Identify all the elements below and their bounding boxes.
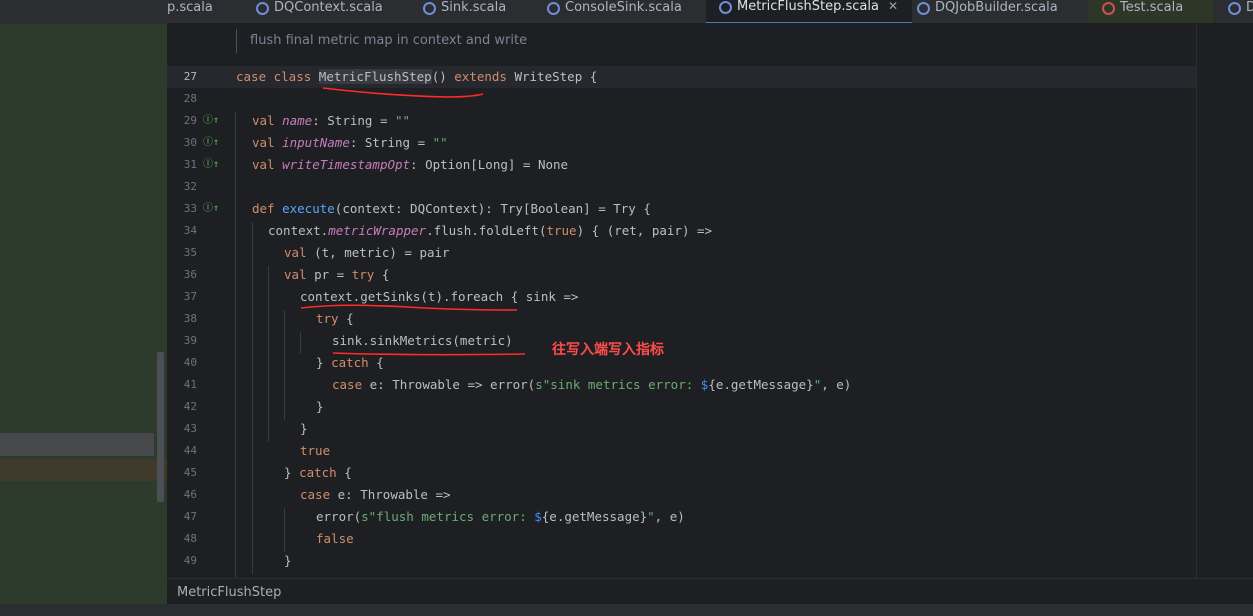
implements-marker-icon[interactable]: Ⓘ↑ (203, 154, 219, 176)
tab-label: ConsoleSink.scala (565, 0, 682, 15)
line-number: 32 (183, 180, 197, 193)
code-line-42: } (316, 399, 324, 414)
implements-marker-icon[interactable]: Ⓘ↑ (203, 110, 219, 132)
indent-guide (268, 266, 269, 442)
scala-class-icon (1228, 1, 1241, 15)
tab-consolesink-scala[interactable]: ConsoleSink.scala (547, 0, 682, 23)
line-number: 42 (183, 400, 197, 413)
scala-class-icon (547, 1, 560, 15)
code-line-47: error(s"flush metrics error: ${e.getMess… (316, 509, 685, 524)
code-line-35: val (t, metric) = pair (284, 245, 450, 260)
code-editor[interactable]: flush final metric map in context and wr… (167, 24, 1196, 578)
code-line-41: case e: Throwable => error(s"sink metric… (332, 377, 852, 392)
code-line-39: sink.sinkMetrics(metric) (332, 333, 513, 348)
scala-class-icon (256, 1, 269, 15)
indent-guide (252, 222, 253, 574)
tab-label: MetricFlushStep.scala (737, 0, 879, 14)
tab-label: Test.scala (1120, 0, 1184, 15)
line-number: 28 (183, 92, 197, 105)
code-line-34: context.metricWrapper.flush.foldLeft(tru… (268, 223, 713, 238)
line-number: 41 (183, 378, 197, 391)
tab-label: D (1246, 0, 1253, 15)
tab-label: DQJobBuilder.scala (935, 0, 1058, 15)
project-tree-selected-row[interactable] (0, 433, 154, 456)
scala-class-icon (917, 1, 930, 15)
indent-guide (235, 112, 236, 578)
tab-dqcontext-scala[interactable]: DQContext.scala (256, 0, 383, 23)
implements-marker-icon[interactable]: Ⓘ↑ (203, 198, 219, 220)
project-tree-highlighted-row[interactable] (0, 459, 167, 481)
line-number: 48 (183, 532, 197, 545)
indent-guide (284, 508, 285, 552)
project-tree-area (0, 24, 167, 604)
line-number: 45 (183, 466, 197, 479)
line-number: 27 (183, 70, 197, 83)
tab-truncated[interactable]: D (1214, 0, 1253, 23)
tab-dqjobbuilder-scala[interactable]: DQJobBuilder.scala (917, 0, 1058, 23)
line-number: 46 (183, 488, 197, 501)
project-panel-header (0, 0, 167, 24)
tab-p-scala[interactable]: p.scala (167, 0, 213, 23)
code-line-45: } catch { (284, 465, 352, 480)
scala-trait-icon (423, 1, 436, 15)
indent-guide (284, 310, 285, 420)
line-number: 30 (183, 136, 197, 149)
line-number: 40 (183, 356, 197, 369)
code-line-48: false (316, 531, 354, 546)
code-line-37: context.getSinks(t).foreach { sink => (300, 289, 579, 304)
tab-test-scala[interactable]: Test.scala (1088, 0, 1214, 23)
line-number: 38 (183, 312, 197, 325)
line-number: 36 (183, 268, 197, 281)
tab-label: Sink.scala (441, 0, 507, 15)
code-line-29: val name: String = "" (252, 113, 411, 128)
project-tree-scrollbar[interactable] (157, 352, 164, 502)
code-line-27: case class MetricFlushStep() extends Wri… (236, 69, 598, 84)
code-line-31: val writeTimestampOpt: Option[Long] = No… (252, 157, 569, 172)
annotation-note: 往写入端写入指标 (552, 342, 664, 358)
tab-label: DQContext.scala (274, 0, 383, 15)
line-number: 44 (183, 444, 197, 457)
line-number: 49 (183, 554, 197, 567)
tab-metricflushstep-scala[interactable]: MetricFlushStep.scala ✕ (706, 0, 913, 23)
line-number: 47 (183, 510, 197, 523)
doc-comment: flush final metric map in context and wr… (236, 29, 1196, 53)
breadcrumb[interactable]: MetricFlushStep (167, 578, 1253, 606)
code-line-38: try { (316, 311, 354, 326)
line-number: 34 (183, 224, 197, 237)
editor-right-gutter[interactable] (1196, 24, 1253, 578)
code-line-46: case e: Throwable => (300, 487, 451, 502)
class-name: MetricFlushStep (318, 69, 432, 84)
line-number: 31 (183, 158, 197, 171)
indent-guide (300, 332, 301, 354)
tab-label: p.scala (167, 0, 213, 15)
close-icon[interactable]: ✕ (888, 0, 898, 13)
code-line-33: def execute(context: DQContext): Try[Boo… (252, 201, 651, 216)
line-number: 43 (183, 422, 197, 435)
line-number: 29 (183, 114, 197, 127)
scala-object-icon (1102, 1, 1115, 15)
scala-class-icon (719, 0, 732, 14)
line-number: 37 (183, 290, 197, 303)
code-line-49: } (284, 553, 292, 568)
code-line-40: } catch { (316, 355, 384, 370)
code-line-30: val inputName: String = "" (252, 135, 448, 150)
code-line-43: } (300, 421, 308, 436)
status-bar (0, 604, 1253, 616)
project-tool-window (0, 0, 167, 616)
gutter[interactable]: 27 28 29 30 31 32 33 34 35 36 37 38 39 4… (167, 24, 229, 578)
tab-sink-scala[interactable]: Sink.scala (423, 0, 507, 23)
editor-tab-bar: p.scala DQContext.scala Sink.scala Conso… (167, 0, 1253, 24)
code-line-44: true (300, 443, 331, 458)
line-number: 39 (183, 334, 197, 347)
code-line-36: val pr = try { (284, 267, 390, 282)
implements-marker-icon[interactable]: Ⓘ↑ (203, 132, 219, 154)
line-number: 33 (183, 202, 197, 215)
line-number: 35 (183, 246, 197, 259)
